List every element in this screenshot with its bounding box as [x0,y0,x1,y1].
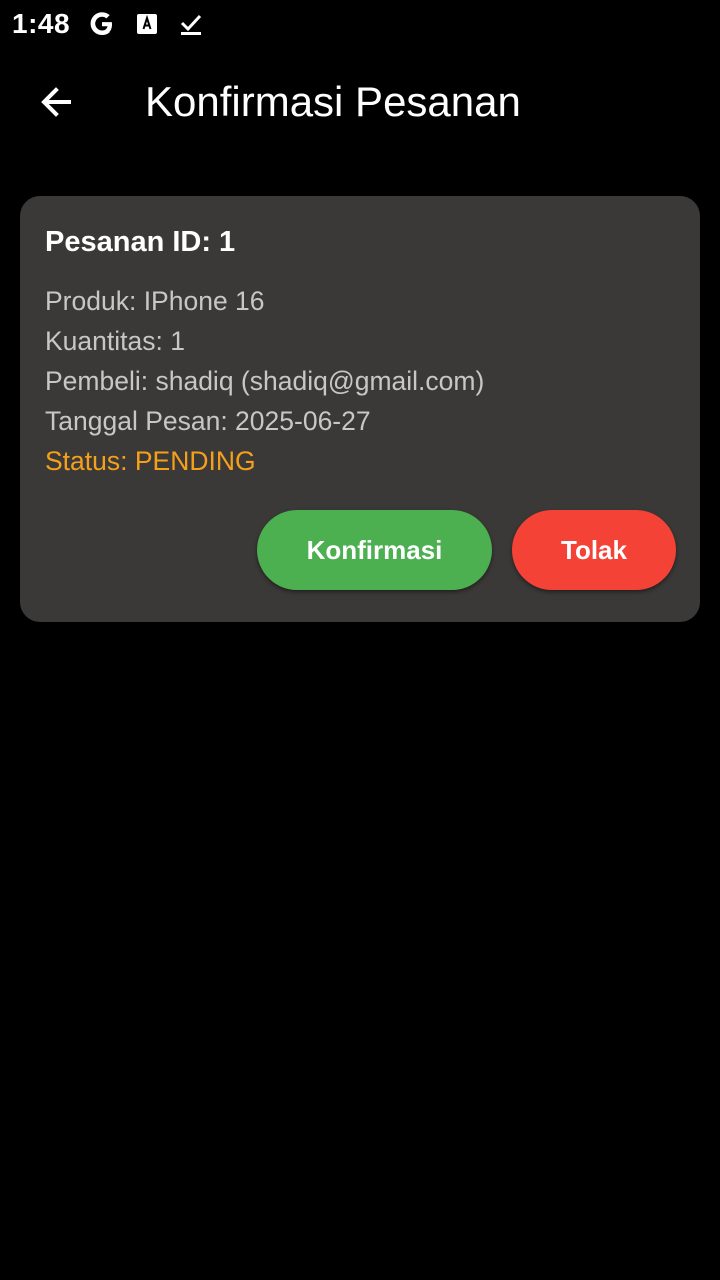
status-bar: 1:48 [0,0,720,50]
arrow-back-icon [38,84,74,125]
status-time: 1:48 [12,8,71,39]
status-text: Status: PENDING [45,446,256,476]
order-card: Pesanan ID: 1 Produk: IPhone 16 Kuantita… [20,196,700,622]
text-recognition-icon [133,10,161,38]
app-bar: Konfirmasi Pesanan [0,52,720,156]
back-button[interactable] [24,76,88,132]
product-text: Produk: IPhone 16 [45,286,265,316]
confirm-button[interactable]: Konfirmasi [257,510,492,590]
page-title: Konfirmasi Pesanan [145,78,521,125]
quantity-text: Kuantitas: 1 [45,326,185,356]
order-id-heading: Pesanan ID: 1 [45,226,236,258]
order-date-text: Tanggal Pesan: 2025-06-27 [45,406,371,436]
reject-button[interactable]: Tolak [512,510,676,590]
google-icon [88,10,116,38]
download-done-icon [177,10,205,38]
buyer-text: Pembeli: shadiq (shadiq@gmail.com) [45,366,485,396]
